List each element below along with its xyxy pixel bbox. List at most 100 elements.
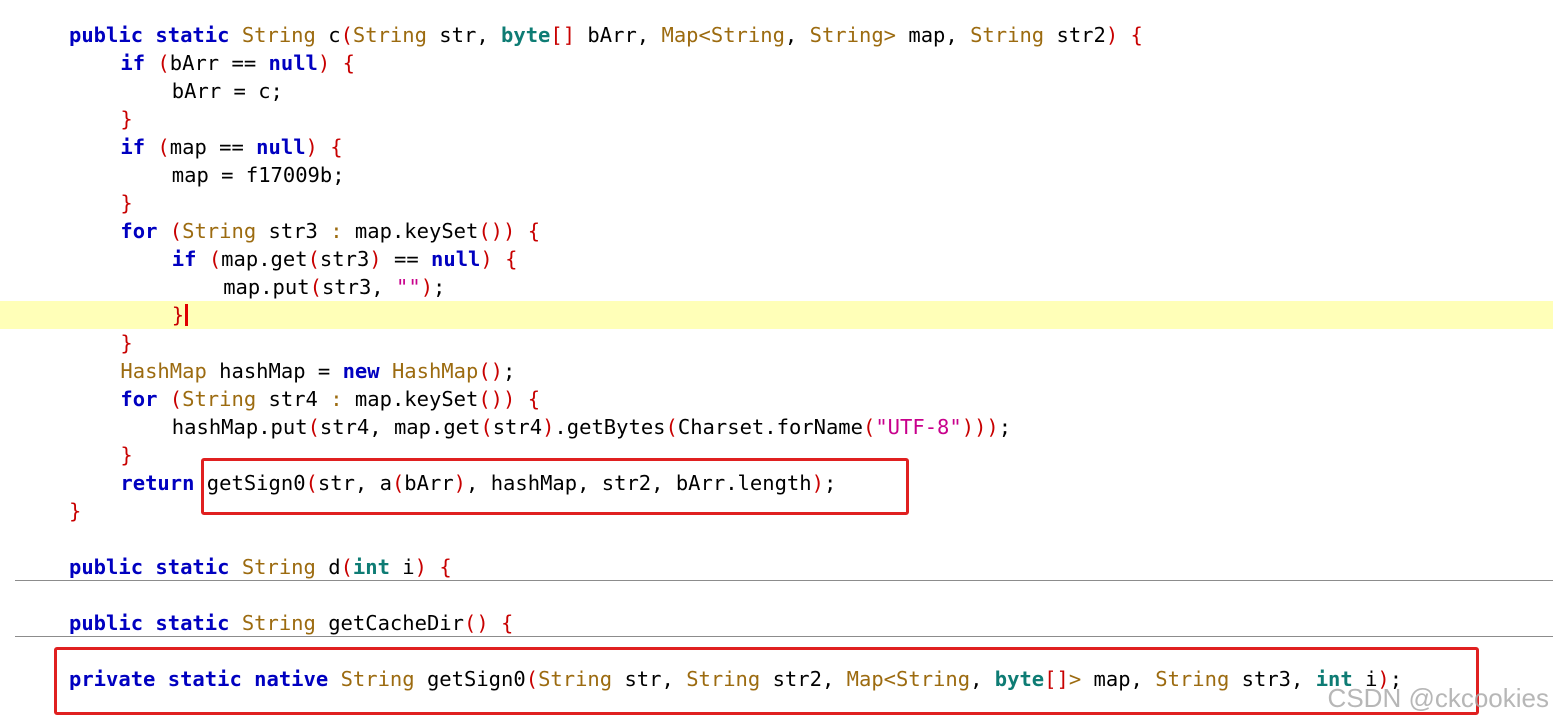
code-token: String xyxy=(241,23,316,47)
code-token: ) xyxy=(369,247,382,271)
code-token: ; xyxy=(823,471,837,495)
code-line[interactable]: hashMap.put(str4, map.get(str4).getBytes… xyxy=(0,413,1553,441)
code-token: ) xyxy=(317,51,331,75)
code-token: private xyxy=(69,667,156,691)
code-token: ) xyxy=(542,415,555,439)
code-token: [] xyxy=(1044,667,1069,691)
code-line[interactable]: if (map.get(str3) == null) { xyxy=(0,245,1553,273)
code-token: ( xyxy=(169,387,183,411)
code-token: : xyxy=(330,387,343,411)
code-token: map, xyxy=(896,23,971,47)
code-token: String xyxy=(352,23,427,47)
code-token: () xyxy=(478,359,504,383)
code-line[interactable]: public static String d(int i) { xyxy=(0,553,1553,581)
code-token: if xyxy=(120,135,146,159)
code-token: getSign0 xyxy=(414,667,526,691)
code-line[interactable]: map = f17009b; xyxy=(0,161,1553,189)
code-token: str4, map.get xyxy=(319,415,481,439)
code-token: } xyxy=(120,107,133,131)
code-token: ( xyxy=(340,555,353,579)
code-token: > xyxy=(1068,667,1082,691)
code-token: Map<String xyxy=(661,23,785,47)
code-line[interactable]: } xyxy=(0,497,1553,525)
code-token: map.put xyxy=(223,275,310,299)
code-token: static xyxy=(167,667,242,691)
code-token: public xyxy=(69,23,144,47)
code-editor[interactable]: public static String c(String str, byte[… xyxy=(0,0,1553,724)
code-text: } xyxy=(172,301,189,329)
code-token: null xyxy=(256,135,306,159)
code-line[interactable] xyxy=(0,581,1553,609)
code-token: ) xyxy=(453,471,467,495)
code-token: str3, xyxy=(1229,667,1316,691)
code-token: byte xyxy=(994,667,1045,691)
code-text: for (String str4 : map.keySet()) { xyxy=(120,385,540,413)
code-token: Charset.forName xyxy=(677,415,863,439)
code-token: return xyxy=(120,471,195,495)
code-line[interactable] xyxy=(0,525,1553,553)
code-token: String xyxy=(970,23,1045,47)
code-line[interactable]: public static String c(String str, byte[… xyxy=(0,21,1553,49)
code-token: String xyxy=(538,667,613,691)
code-token: { xyxy=(342,51,355,75)
code-line[interactable]: for (String str3 : map.keySet()) { xyxy=(0,217,1553,245)
code-token: String xyxy=(182,387,257,411)
code-token: , xyxy=(784,23,810,47)
code-token: bArr == xyxy=(169,51,269,75)
code-line[interactable]: public static String getCacheDir() { xyxy=(0,609,1553,637)
code-token: } xyxy=(69,499,82,523)
code-token: getCacheDir xyxy=(315,611,464,635)
code-line[interactable]: bArr = c; xyxy=(0,77,1553,105)
code-line[interactable]: HashMap hashMap = new HashMap(); xyxy=(0,357,1553,385)
code-token: "UTF-8" xyxy=(875,415,962,439)
code-token: ) xyxy=(305,135,318,159)
code-token: ()) xyxy=(478,219,516,243)
code-text: } xyxy=(120,329,132,357)
code-text: if (map == null) { xyxy=(120,133,342,161)
code-line[interactable]: } xyxy=(0,189,1553,217)
code-line[interactable]: if (map == null) { xyxy=(0,133,1553,161)
method-separator xyxy=(15,636,1553,637)
text-caret xyxy=(185,304,189,326)
code-line[interactable]: if (bArr == null) { xyxy=(0,49,1553,77)
code-line[interactable]: private static native String getSign0(St… xyxy=(0,665,1553,693)
code-token: , xyxy=(970,667,995,691)
code-line[interactable] xyxy=(0,637,1553,665)
code-token: ) xyxy=(811,471,824,495)
code-token: ( xyxy=(665,415,678,439)
code-line[interactable]: for (String str4 : map.keySet()) { xyxy=(0,385,1553,413)
code-token: ) xyxy=(480,247,493,271)
code-token: () xyxy=(463,611,489,635)
code-token: map.get xyxy=(221,247,308,271)
code-token: String xyxy=(182,219,257,243)
code-text: HashMap hashMap = new HashMap(); xyxy=(120,357,515,385)
code-token: String> xyxy=(809,23,897,47)
code-line[interactable]: map.put(str3, ""); xyxy=(0,273,1553,301)
code-token: str, a xyxy=(317,471,392,495)
code-token: str2, xyxy=(760,667,847,691)
code-line[interactable]: } xyxy=(0,105,1553,133)
code-line[interactable]: } xyxy=(0,441,1553,469)
code-token: { xyxy=(501,611,514,635)
code-line[interactable]: } xyxy=(0,301,1553,329)
code-token: null xyxy=(268,51,318,75)
code-token: str, xyxy=(612,667,687,691)
code-token: , hashMap, str2, bArr.length xyxy=(466,471,812,495)
code-token: if xyxy=(171,247,197,271)
code-token: { xyxy=(330,135,343,159)
code-token: String xyxy=(1155,667,1230,691)
code-line[interactable]: } xyxy=(0,329,1553,357)
code-token: { xyxy=(505,247,518,271)
code-token: ( xyxy=(305,471,318,495)
code-token: map, xyxy=(1081,667,1156,691)
code-line[interactable]: return getSign0(str, a(bArr), hashMap, s… xyxy=(0,469,1553,497)
